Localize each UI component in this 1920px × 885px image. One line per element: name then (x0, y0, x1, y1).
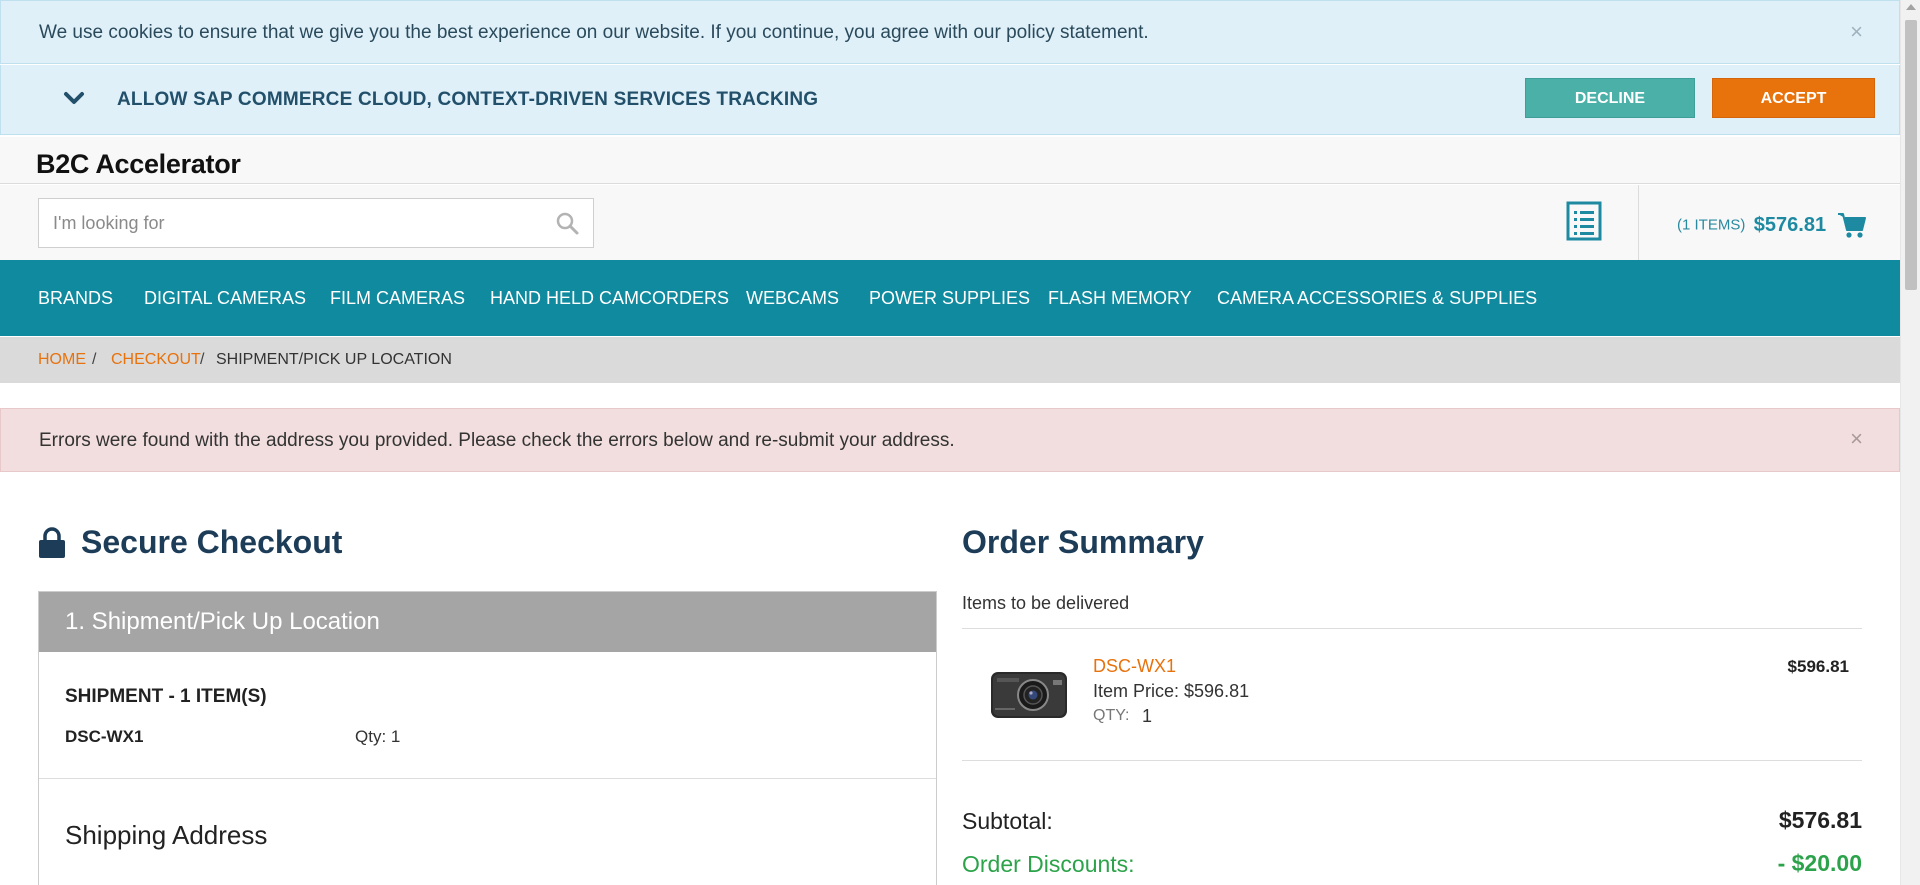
divider (39, 778, 936, 779)
main-navigation: BRANDS DIGITAL CAMERAS FILM CAMERAS HAND… (0, 260, 1900, 336)
error-message: Errors were found with the address you p… (39, 430, 955, 451)
search-box (38, 198, 594, 248)
nav-item-flash-memory[interactable]: FLASH MEMORY (1048, 288, 1192, 309)
subtotal-label: Subtotal: (962, 808, 1053, 834)
close-icon[interactable]: × (1850, 426, 1863, 452)
vertical-scrollbar[interactable] (1900, 0, 1920, 885)
checkout-step-title: 1. Shipment/Pick Up Location (65, 608, 380, 635)
lock-icon (39, 527, 65, 558)
cookie-notice-text: We use cookies to ensure that we give yo… (39, 22, 1149, 43)
order-item-qty-label: QTY: (1093, 707, 1130, 724)
nav-item-webcams[interactable]: WEBCAMS (746, 288, 839, 309)
cookie-notice: We use cookies to ensure that we give yo… (0, 0, 1900, 64)
tracking-consent-bar: ALLOW SAP COMMERCE CLOUD, CONTEXT-DRIVEN… (0, 65, 1900, 135)
cart-total: $576.81 (1753, 213, 1827, 236)
cart-icon (1837, 213, 1866, 238)
chevron-down-icon[interactable] (63, 87, 85, 109)
page-title: Secure Checkout (81, 524, 343, 560)
order-item-price: Item Price: $596.81 (1093, 681, 1250, 701)
search-icon[interactable] (555, 211, 579, 235)
order-discounts-label: Order Discounts: (962, 851, 1135, 877)
shipment-product-code: DSC-WX1 (65, 727, 144, 746)
order-summary-subtitle: Items to be delivered (962, 593, 1130, 613)
tracking-consent-label: ALLOW SAP COMMERCE CLOUD, CONTEXT-DRIVEN… (117, 89, 819, 110)
scrollbar-thumb[interactable] (1905, 20, 1917, 290)
order-summary-title: Order Summary (962, 524, 1204, 560)
cart-item-count: (1 ITEMS) (1677, 216, 1746, 234)
subtotal-value: $576.81 (1778, 807, 1862, 833)
order-item-qty-value: 1 (1142, 706, 1153, 726)
nav-item-power-supplies[interactable]: POWER SUPPLIES (869, 288, 1030, 309)
breadcrumb-separator: / (200, 351, 205, 368)
close-icon[interactable]: × (1850, 19, 1863, 45)
accept-button[interactable]: ACCEPT (1712, 78, 1875, 118)
error-alert: Errors were found with the address you p… (0, 408, 1900, 472)
checkout-step-panel: 1. Shipment/Pick Up Location SHIPMENT - … (38, 591, 937, 885)
mini-cart[interactable]: (1 ITEMS) $576.81 (1677, 211, 1867, 239)
breadcrumb: HOME / CHECKOUT / SHIPMENT/PICK UP LOCAT… (0, 337, 1900, 383)
divider (1638, 185, 1639, 260)
breadcrumb-checkout[interactable]: CHECKOUT (111, 351, 201, 369)
nav-item-digital-cameras[interactable]: DIGITAL CAMERAS (144, 288, 306, 309)
order-item-total: $596.81 (1787, 657, 1849, 676)
site-logo[interactable]: B2C Accelerator (36, 149, 241, 180)
nav-item-camera-accessories[interactable]: CAMERA ACCESSORIES & SUPPLIES (1217, 288, 1537, 309)
shipment-qty: Qty: 1 (355, 727, 401, 746)
order-form-icon[interactable] (1566, 201, 1602, 241)
breadcrumb-current: SHIPMENT/PICK UP LOCATION (216, 351, 452, 368)
shipping-address-title: Shipping Address (65, 820, 268, 850)
camera-product-image[interactable] (989, 662, 1069, 724)
order-discounts-value: - $20.00 (1777, 850, 1862, 876)
breadcrumb-home[interactable]: HOME (38, 351, 86, 369)
nav-item-film-cameras[interactable]: FILM CAMERAS (330, 288, 465, 309)
nav-item-brands[interactable]: BRANDS (38, 288, 113, 309)
checkout-step-header[interactable]: 1. Shipment/Pick Up Location (39, 592, 936, 652)
search-input[interactable] (53, 199, 543, 247)
divider (962, 760, 1862, 761)
search-row: (1 ITEMS) $576.81 (0, 185, 1900, 260)
decline-button[interactable]: DECLINE (1525, 78, 1695, 118)
scroll-up-icon[interactable] (1906, 4, 1916, 10)
divider (962, 628, 1862, 629)
page: We use cookies to ensure that we give yo… (0, 0, 1900, 885)
order-item-name[interactable]: DSC-WX1 (1093, 656, 1176, 677)
site-header: B2C Accelerator (0, 137, 1900, 184)
breadcrumb-separator: / (92, 351, 97, 368)
nav-item-hand-held-camcorders[interactable]: HAND HELD CAMCORDERS (490, 288, 729, 309)
shipment-title: SHIPMENT - 1 ITEM(S) (65, 686, 267, 707)
